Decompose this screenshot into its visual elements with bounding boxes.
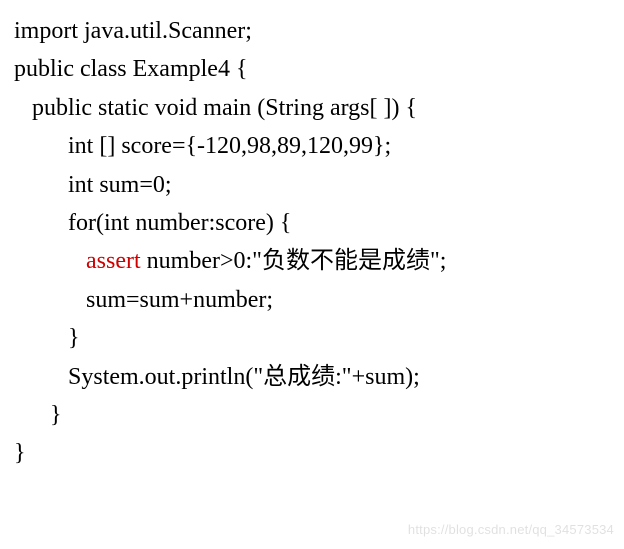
code-line: int [] score={-120,98,89,120,99}; bbox=[14, 127, 610, 165]
code-line: } bbox=[14, 396, 610, 434]
code-text: int sum=0; bbox=[68, 172, 172, 198]
code-line: sum=sum+number; bbox=[14, 281, 610, 319]
code-text: System.out.println("总成绩:"+sum); bbox=[68, 364, 420, 390]
code-text: sum=sum+number; bbox=[86, 287, 273, 313]
code-block: import java.util.Scanner; public class Ex… bbox=[0, 0, 624, 485]
code-line: System.out.println("总成绩:"+sum); bbox=[14, 358, 610, 396]
code-text: public static void main (String args[ ])… bbox=[32, 95, 417, 121]
code-line: import java.util.Scanner; bbox=[14, 12, 610, 50]
watermark-text: https://blog.csdn.net/qq_34573534 bbox=[408, 520, 614, 541]
code-text: } bbox=[68, 325, 80, 351]
code-text: int [] score={-120,98,89,120,99}; bbox=[68, 133, 391, 159]
code-text: } bbox=[50, 402, 62, 428]
code-line: for(int number:score) { bbox=[14, 204, 610, 242]
keyword-assert: assert bbox=[86, 248, 141, 274]
code-text: for(int number:score) { bbox=[68, 210, 291, 236]
code-text: } bbox=[14, 440, 26, 466]
code-line: int sum=0; bbox=[14, 166, 610, 204]
code-line: } bbox=[14, 319, 610, 357]
code-text: public class Example4 { bbox=[14, 56, 247, 82]
code-line: assert number>0:"负数不能是成绩"; bbox=[14, 242, 610, 280]
code-text: import java.util.Scanner; bbox=[14, 18, 252, 44]
code-text: number>0:"负数不能是成绩"; bbox=[141, 248, 447, 274]
code-line: public class Example4 { bbox=[14, 50, 610, 88]
code-line: public static void main (String args[ ])… bbox=[14, 89, 610, 127]
code-line: } bbox=[14, 434, 610, 472]
